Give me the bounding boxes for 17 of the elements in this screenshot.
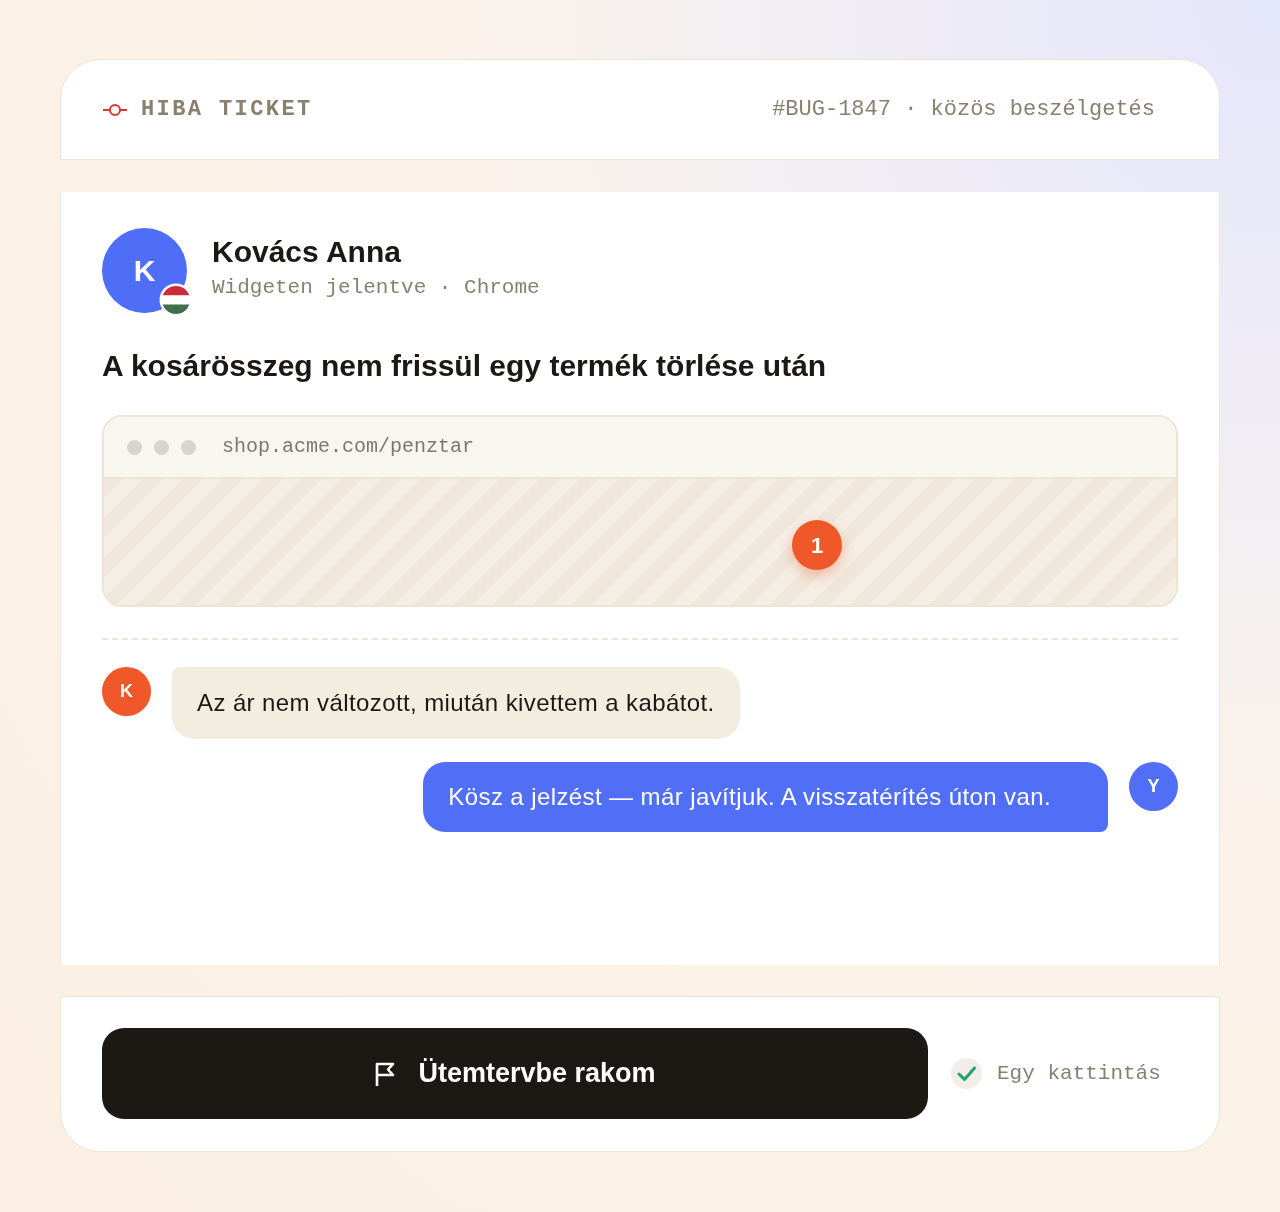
reporter-name: Kovács Anna — [212, 234, 402, 269]
url-text: shop.acme.com/penztar — [222, 434, 475, 460]
avatar: K — [102, 228, 187, 313]
ticket-info: #BUG-1847 · közös beszélgetés — [772, 96, 1155, 124]
schedule-button[interactable]: Ütemtervbe rakom — [102, 1028, 928, 1119]
issue-title: A kosárösszeg nem frissül egy termék törlése után — [102, 349, 828, 383]
check-icon — [951, 1058, 982, 1089]
ticket-title: HIBA TICKET — [141, 96, 313, 124]
flag-icon — [374, 1060, 397, 1087]
ring-icon — [103, 103, 127, 116]
message-bubble: Az ár nem változott, miután kivettem a kabátot. — [172, 667, 740, 739]
avatar: Y — [1129, 762, 1178, 811]
flag-badge-icon — [159, 283, 193, 317]
report-source: Widgeten jelentve · Chrome — [212, 274, 540, 301]
avatar: K — [102, 667, 151, 716]
click-note: Egy kattintás — [997, 1060, 1161, 1087]
message-bubble: Kösz a jelzést — már javítjuk. A visszatérítés úton van. — [423, 762, 1108, 832]
